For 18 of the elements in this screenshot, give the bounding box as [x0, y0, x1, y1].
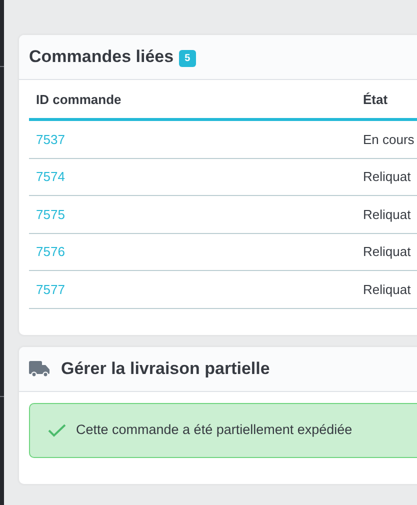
- check-icon: [48, 424, 66, 436]
- order-link[interactable]: 7574: [36, 169, 65, 184]
- table-cell-text: Reliquat: [363, 280, 411, 299]
- order-link[interactable]: 7576: [36, 244, 65, 259]
- truck-icon: [29, 360, 51, 376]
- table-cell-text: En cours: [363, 130, 414, 148]
- card-title: Gérer la livraison partielle: [61, 358, 270, 380]
- card-title: Commandes liées: [29, 46, 174, 68]
- alert-message: Cette commande a été partiellement expédiée: [76, 420, 352, 439]
- column-header: État: [363, 91, 388, 110]
- order-link[interactable]: 7577: [36, 282, 65, 296]
- count-badge: 5: [178, 50, 196, 66]
- order-link[interactable]: 7575: [36, 206, 65, 222]
- column-header: ID commande: [35, 91, 122, 110]
- table-cell-text: Reliquat: [363, 168, 411, 186]
- table-cell-text: Reliquat: [363, 206, 411, 224]
- table-cell-text: Reliquat: [363, 243, 411, 261]
- order-link[interactable]: 7537: [36, 132, 65, 146]
